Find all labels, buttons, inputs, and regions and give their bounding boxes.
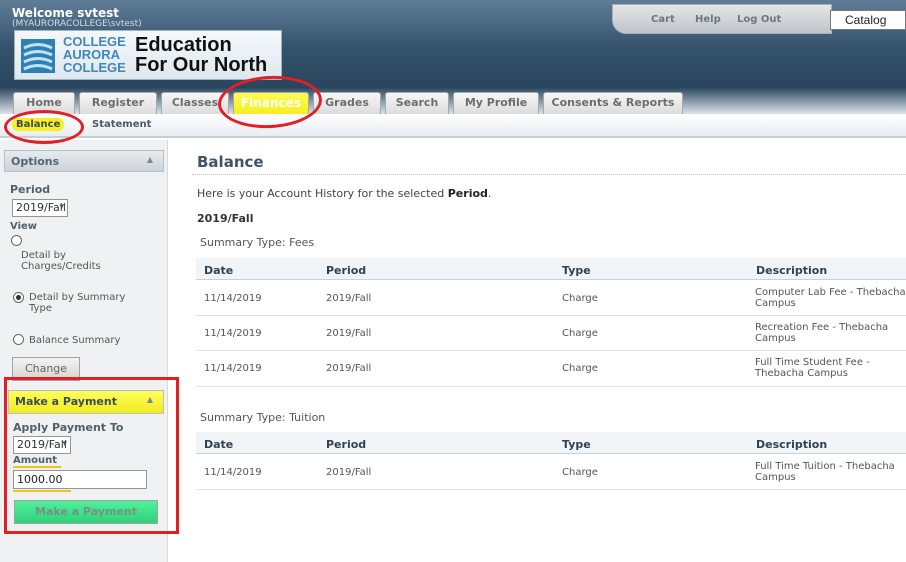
row-type: Charge [562,328,598,339]
column-header-period: Period [326,264,367,277]
row-date: 11/14/2019 [204,363,262,374]
row-period: 2019/Fall [326,293,372,304]
period-select-value: 2019/Fall [16,201,66,214]
help-link[interactable]: Help [695,14,721,25]
tab-my-profile[interactable]: My Profile [453,92,539,114]
radio-balance-summary[interactable] [13,334,24,345]
tab-consents-reports[interactable]: Consents & Reports [543,92,683,114]
tab-grades[interactable]: Grades [313,92,381,114]
intro-prefix: Here is your Account History for the sel… [197,187,448,200]
period-select[interactable]: 2019/Fall ▾ [12,199,68,217]
site-header: Welcome svtest (MYAURORACOLLEGE\svtest) … [0,0,906,88]
row-date: 11/14/2019 [204,467,262,478]
radio-label-detail-summary: Detail by Summary Type [29,292,126,314]
column-header-date: Date [204,264,234,277]
row-period: 2019/Fall [326,328,372,339]
row-description: Full Time Tuition - Thebacha Campus [755,461,895,483]
logo-tagline: Education For Our North [135,35,267,75]
options-panel-header[interactable]: Options ▲ [4,150,164,172]
column-header-date: Date [204,438,234,451]
summary-type-fees: Summary Type: Fees [200,236,315,249]
period-label: Period [10,183,51,196]
options-title: Options [11,155,60,168]
column-header-period: Period [326,438,367,451]
row-period: 2019/Fall [326,467,372,478]
summary-type-tuition: Summary Type: Tuition [200,411,326,424]
column-header-description: Description [756,264,828,277]
row-divider [196,489,906,490]
tab-register[interactable]: Register [79,92,157,114]
row-type: Charge [562,467,598,478]
logo-tagline-line-1: Education [135,34,232,56]
title-divider [192,174,906,175]
row-divider [196,350,906,351]
radio-detail-charges[interactable] [11,235,22,246]
row-type: Charge [562,293,598,304]
intro-text: Here is your Account History for the sel… [197,187,491,200]
collapse-caret-icon[interactable]: ▲ [147,155,153,164]
utility-links: Cart Help Log Out [612,4,832,34]
period-heading: 2019/Fall [197,212,254,225]
subnav-statement[interactable]: Statement [92,119,151,130]
row-date: 11/14/2019 [204,328,262,339]
radio-label-detail-charges: Detail by Charges/Credits [21,250,101,272]
cart-link[interactable]: Cart [651,14,675,25]
page-title: Balance [197,153,264,171]
row-date: 11/14/2019 [204,293,262,304]
row-period: 2019/Fall [326,363,372,374]
row-description: Computer Lab Fee - Thebacha Campus [755,287,906,309]
intro-suffix: . [487,187,492,200]
row-divider [196,386,906,387]
radio-detail-summary[interactable] [13,292,24,303]
row-type: Charge [562,363,598,374]
row-divider [196,315,906,316]
intro-bold-period: Period [447,187,488,200]
column-header-type: Type [562,264,591,277]
logo-tagline-line-2: For Our North [135,54,268,76]
column-header-type: Type [562,438,591,451]
aurora-logo-icon [21,39,55,73]
logo-line-3: COLLEGE [63,60,126,75]
annotation-box-payment [4,377,179,534]
chevron-down-icon: ▾ [59,202,64,212]
welcome-username: (MYAURORACOLLEGE\svtest) [12,19,142,29]
college-logo[interactable]: COLLEGE AURORA COLLEGE Education For Our… [14,30,282,80]
catalog-search-input[interactable]: Catalog [830,10,906,30]
tab-search[interactable]: Search [385,92,449,114]
column-header-description: Description [756,438,828,451]
logo-college-name: COLLEGE AURORA COLLEGE [63,35,126,74]
logout-link[interactable]: Log Out [737,14,781,25]
annotation-circle-balance [4,110,84,144]
row-description: Recreation Fee - Thebacha Campus [755,322,889,344]
welcome-text: Welcome svtest [12,6,119,20]
sub-navigation: Balance Statement [0,114,906,138]
radio-label-balance-summary: Balance Summary [29,335,121,346]
view-label: View [10,221,38,232]
row-description: Full Time Student Fee - Thebacha Campus [755,357,870,379]
